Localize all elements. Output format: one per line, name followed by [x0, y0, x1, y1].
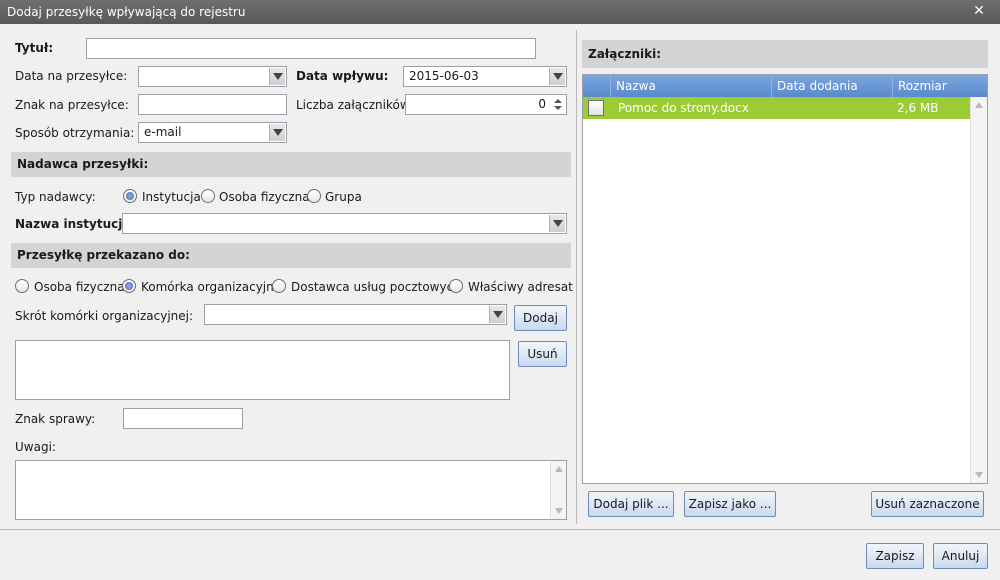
- add-file-button[interactable]: Dodaj plik ...: [588, 491, 674, 517]
- skrot-select[interactable]: [204, 304, 507, 325]
- typ-nadawcy-label: Typ nadawcy:: [15, 190, 96, 204]
- scroll-up-icon[interactable]: [975, 102, 983, 108]
- znak-sprawy-label: Znak sprawy:: [15, 412, 96, 426]
- forward-section-header: Przesyłkę przekazano do:: [11, 243, 571, 268]
- remove-selected-button[interactable]: Usuń zaznaczone: [871, 491, 984, 517]
- radio-osoba-fizyczna-label[interactable]: Osoba fizyczna: [219, 189, 310, 205]
- grid-select-column: [583, 75, 610, 97]
- row-checkbox[interactable]: [588, 100, 604, 116]
- grid-scrollbar[interactable]: [970, 97, 987, 483]
- liczba-zalacznikow-value: 0: [538, 97, 546, 111]
- save-button[interactable]: Zapisz: [866, 543, 924, 569]
- nazwa-instytucji-label: Nazwa instytucji:: [15, 217, 132, 231]
- chevron-down-icon[interactable]: [549, 68, 565, 85]
- attachments-section-header: Załączniki:: [582, 40, 988, 68]
- radio-fwd-komorka[interactable]: [122, 279, 136, 293]
- sposob-value: e-mail: [144, 125, 182, 139]
- column-header-nazwa[interactable]: Nazwa: [610, 75, 771, 97]
- uwagi-label: Uwagi:: [15, 440, 56, 454]
- radio-fwd-osoba-fizyczna-label[interactable]: Osoba fizyczna: [34, 279, 125, 295]
- row-size: 2,6 MB: [897, 101, 939, 115]
- row-date: [771, 97, 892, 119]
- remove-unit-button[interactable]: Usuń: [518, 341, 567, 367]
- scroll-down-icon[interactable]: [555, 508, 563, 514]
- liczba-zalacznikow-stepper[interactable]: 0: [405, 94, 567, 115]
- radio-fwd-wlasciwy-label[interactable]: Właściwy adresat: [468, 279, 573, 295]
- tytul-input[interactable]: [86, 38, 536, 59]
- radio-fwd-wlasciwy[interactable]: [449, 279, 463, 293]
- radio-fwd-komorka-label[interactable]: Komórka organizacyjna: [141, 279, 281, 295]
- chevron-down-icon[interactable]: [489, 306, 505, 323]
- chevron-down-icon[interactable]: [269, 124, 285, 141]
- radio-fwd-dostawca-label[interactable]: Dostawca usług pocztowych: [291, 279, 461, 295]
- data-wplywu-label: Data wpływu:: [296, 69, 389, 83]
- uwagi-scrollbar[interactable]: [550, 461, 566, 519]
- radio-fwd-dostawca[interactable]: [272, 279, 286, 293]
- data-wplywu-picker[interactable]: 2015-06-03: [403, 66, 567, 87]
- column-header-rozmiar[interactable]: Rozmiar: [892, 75, 971, 97]
- scroll-down-icon[interactable]: [975, 472, 983, 478]
- znak-label: Znak na przesyłce:: [15, 98, 129, 112]
- attachments-grid[interactable]: Nazwa Data dodania Rozmiar Pomoc do stro…: [582, 74, 988, 484]
- sposob-select[interactable]: e-mail: [138, 122, 287, 143]
- footer-divider: [0, 529, 1000, 530]
- window-title: Dodaj przesyłkę wpływającą do rejestru: [7, 5, 246, 19]
- chevron-down-icon[interactable]: [269, 68, 285, 85]
- radio-instytucja-label[interactable]: Instytucja: [142, 189, 201, 205]
- close-icon[interactable]: ✕: [970, 3, 988, 20]
- radio-grupa-label[interactable]: Grupa: [325, 189, 362, 205]
- skrot-label: Skrót komórki organizacyjnej:: [15, 309, 194, 323]
- data-na-przesylce-picker[interactable]: [138, 66, 287, 87]
- radio-osoba-fizyczna[interactable]: [201, 189, 215, 203]
- radio-grupa[interactable]: [307, 189, 321, 203]
- uwagi-textarea[interactable]: [15, 460, 567, 520]
- window-titlebar: Dodaj przesyłkę wpływającą do rejestru ✕: [0, 0, 1000, 24]
- column-divider: [576, 30, 577, 524]
- scroll-up-icon[interactable]: [555, 466, 563, 472]
- radio-instytucja[interactable]: [123, 189, 137, 203]
- data-na-przesylce-label: Data na przesyłce:: [15, 69, 128, 83]
- table-row[interactable]: Pomoc do strony.docx 2,6 MB: [583, 97, 971, 119]
- liczba-zalacznikow-label: Liczba załączników:: [296, 98, 414, 112]
- save-as-button[interactable]: Zapisz jako ...: [684, 491, 776, 517]
- row-name: Pomoc do strony.docx: [618, 101, 749, 115]
- znak-input[interactable]: [138, 94, 287, 115]
- data-wplywu-value: 2015-06-03: [409, 69, 479, 83]
- add-unit-button[interactable]: Dodaj: [514, 305, 567, 331]
- sposob-label: Sposób otrzymania:: [15, 126, 135, 140]
- cancel-button[interactable]: Anuluj: [933, 543, 988, 569]
- attachments-grid-header: Nazwa Data dodania Rozmiar: [583, 75, 987, 97]
- spin-icon[interactable]: [552, 96, 564, 113]
- nazwa-instytucji-select[interactable]: [122, 213, 567, 234]
- znak-sprawy-input[interactable]: [123, 408, 243, 429]
- sender-section-header: Nadawca przesyłki:: [11, 152, 571, 177]
- tytul-label: Tytuł:: [15, 41, 54, 55]
- column-header-data-dodania[interactable]: Data dodania: [771, 75, 892, 97]
- radio-fwd-osoba-fizyczna[interactable]: [15, 279, 29, 293]
- units-list[interactable]: [15, 340, 510, 400]
- chevron-down-icon[interactable]: [549, 215, 565, 232]
